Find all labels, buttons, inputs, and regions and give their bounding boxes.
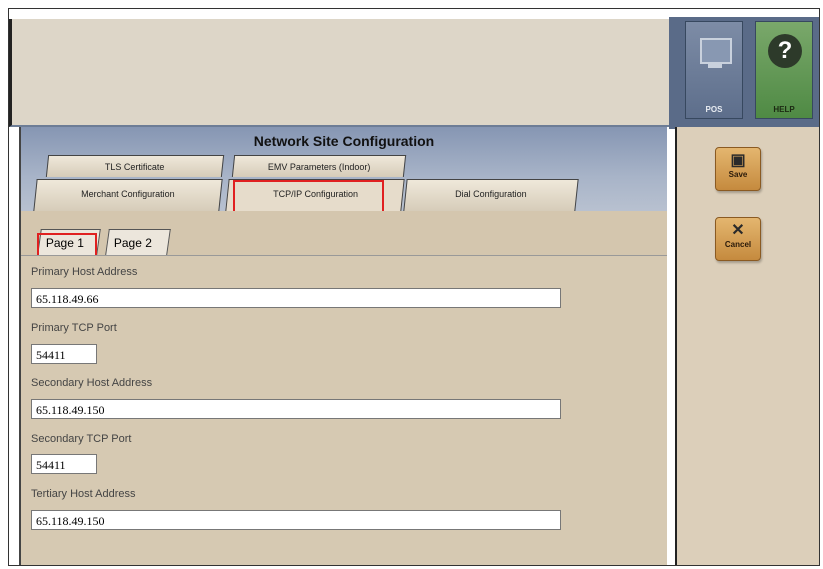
tab-label: TLS Certificate bbox=[105, 162, 165, 172]
tab-dial-configuration[interactable]: Dial Configuration bbox=[403, 179, 579, 211]
close-icon: ✕ bbox=[731, 222, 745, 239]
tab-emv-parameters[interactable]: EMV Parameters (Indoor) bbox=[231, 155, 407, 177]
pos-label: POS bbox=[705, 105, 723, 114]
help-label: HELP bbox=[773, 105, 795, 114]
secondary-host-input[interactable]: 65.118.49.150 bbox=[31, 399, 561, 419]
save-label: Save bbox=[728, 170, 748, 179]
top-toolbar: POS ? HELP bbox=[669, 17, 819, 129]
tab-content: Page 1 Page 2 Primary Host Address 65.11… bbox=[21, 211, 667, 565]
app-window: POS ? HELP Network Site Configuration TL… bbox=[8, 8, 820, 566]
primary-host-label: Primary Host Address bbox=[31, 266, 138, 278]
primary-port-label: Primary TCP Port bbox=[31, 322, 117, 334]
tab-merchant-configuration[interactable]: Merchant Configuration bbox=[33, 179, 223, 211]
secondary-port-label: Secondary TCP Port bbox=[31, 433, 132, 445]
cancel-button[interactable]: ✕ Cancel bbox=[715, 217, 761, 261]
primary-port-input[interactable]: 54411 bbox=[31, 344, 97, 364]
primary-host-input[interactable]: 65.118.49.66 bbox=[31, 288, 561, 308]
monitor-stand bbox=[708, 64, 722, 68]
secondary-host-label: Secondary Host Address bbox=[31, 377, 153, 389]
tab-label: EMV Parameters (Indoor) bbox=[267, 162, 371, 172]
subtab-label: Page 2 bbox=[113, 236, 152, 250]
question-icon: ? bbox=[768, 34, 802, 68]
save-icon: ▣ bbox=[730, 152, 746, 169]
tab-label: Merchant Configuration bbox=[81, 189, 175, 199]
tertiary-host-label: Tertiary Host Address bbox=[31, 488, 136, 500]
main-panel: Network Site Configuration TLS Certifica… bbox=[19, 127, 667, 565]
form-area: Primary Host Address 65.118.49.66 Primar… bbox=[21, 255, 667, 565]
tertiary-host-input[interactable]: 65.118.49.150 bbox=[31, 510, 561, 530]
help-button[interactable]: ? HELP bbox=[755, 21, 813, 119]
tab-label: Dial Configuration bbox=[455, 189, 527, 199]
action-panel: ▣ Save ✕ Cancel bbox=[675, 127, 819, 565]
tabs-header: Network Site Configuration TLS Certifica… bbox=[21, 127, 667, 215]
page-title: Network Site Configuration bbox=[253, 133, 435, 149]
top-info-panel bbox=[9, 19, 669, 127]
subtab-page-2[interactable]: Page 2 bbox=[105, 229, 171, 255]
monitor-icon bbox=[700, 38, 732, 64]
cancel-label: Cancel bbox=[724, 240, 752, 249]
secondary-port-input[interactable]: 54411 bbox=[31, 454, 97, 474]
tab-highlight-box bbox=[233, 180, 384, 215]
tab-tls-certificate[interactable]: TLS Certificate bbox=[45, 155, 225, 177]
save-button[interactable]: ▣ Save bbox=[715, 147, 761, 191]
pos-button[interactable]: POS bbox=[685, 21, 743, 119]
